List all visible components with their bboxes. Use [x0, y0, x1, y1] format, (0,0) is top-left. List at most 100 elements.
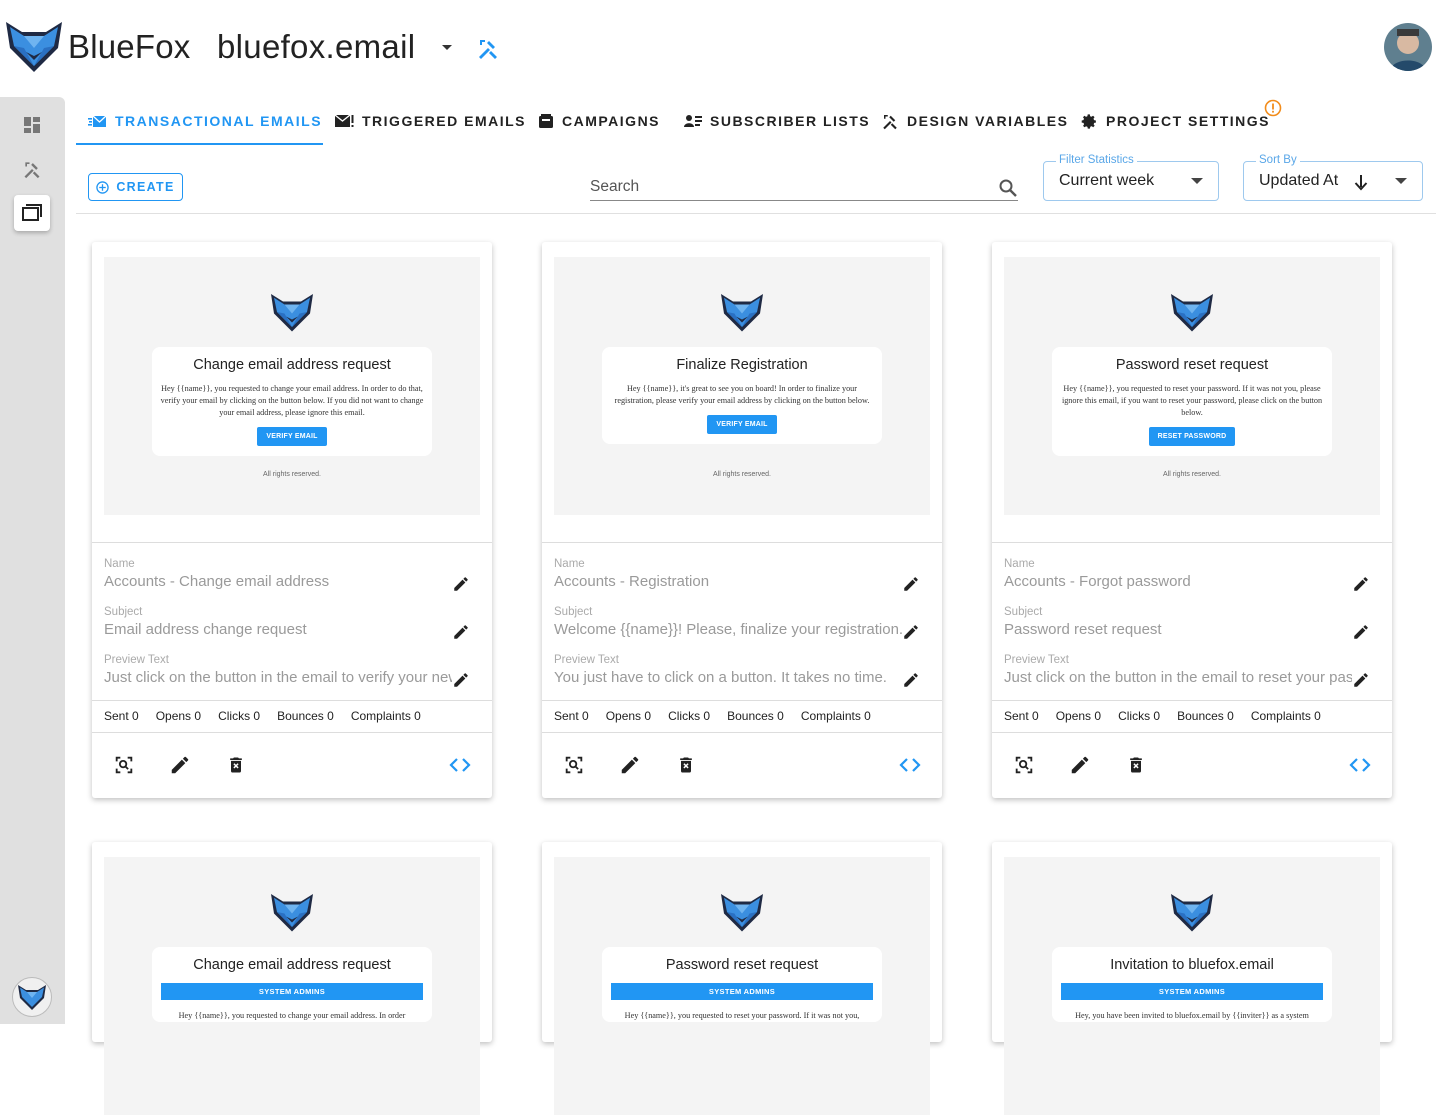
- divider: [542, 700, 942, 701]
- filter-statistics-select[interactable]: Filter Statistics Current week: [1043, 154, 1219, 201]
- toolbar-divider: [76, 213, 1436, 214]
- edit-preview-text-icon[interactable]: [452, 671, 470, 694]
- rail-bluefox-logo[interactable]: [12, 977, 52, 1017]
- dashboard-icon: [24, 117, 40, 133]
- warning-icon: [1264, 99, 1282, 117]
- email-preview[interactable]: Change email address request Hey {{name}}…: [104, 257, 480, 515]
- code-button[interactable]: [1348, 755, 1372, 779]
- project-dropdown-icon[interactable]: [438, 38, 456, 56]
- rail-dashboard[interactable]: [14, 107, 50, 143]
- subject-field: Subject Password reset request: [1004, 606, 1380, 650]
- preview-text-field: Preview Text You just have to click on a …: [554, 654, 930, 698]
- edit-name-icon[interactable]: [452, 575, 470, 598]
- stat-sent: Sent 0: [104, 709, 139, 723]
- tab-label: TRIGGERED EMAILS: [362, 113, 527, 129]
- email-preview[interactable]: Password reset request SYSTEM ADMINS Hey {…: [554, 857, 930, 1115]
- delete-button[interactable]: [674, 755, 698, 779]
- subject-label: Subject: [104, 606, 143, 618]
- edit-name-icon[interactable]: [1352, 575, 1370, 598]
- preview-text-field: Preview Text Just click on the button in …: [104, 654, 480, 698]
- sort-by-select[interactable]: Sort By Updated At: [1243, 154, 1423, 201]
- edit-preview-text-icon[interactable]: [1352, 671, 1370, 694]
- filter-statistics-value: Current week: [1059, 172, 1155, 189]
- edit-subject-icon[interactable]: [902, 623, 920, 646]
- email-preview-button: VERIFY EMAIL: [707, 414, 777, 434]
- stat-opens: Opens 0: [155, 709, 202, 723]
- divider: [542, 542, 942, 543]
- email-preview-body: Hey {{name}}, you requested to change yo…: [178, 1011, 406, 1020]
- tab-label: DESIGN VARIABLES: [907, 113, 1069, 129]
- tab-subscriber-lists[interactable]: SUBSCRIBER LISTS: [684, 98, 870, 144]
- triggered-email-icon: [335, 114, 354, 127]
- delete-button[interactable]: [224, 755, 248, 779]
- edit-button[interactable]: [1068, 755, 1092, 779]
- preview-button[interactable]: [1012, 755, 1036, 779]
- email-preview-title: Invitation to bluefox.email: [1110, 957, 1274, 973]
- email-preview-title: Finalize Registration: [676, 357, 808, 373]
- edit-button[interactable]: [618, 755, 642, 779]
- create-button[interactable]: CREATE: [88, 173, 183, 201]
- name-field: Name Accounts - Change email address: [104, 558, 480, 602]
- delete-icon: [226, 755, 246, 780]
- subject-value: Password reset request: [1004, 621, 1162, 638]
- design-tools-icon[interactable]: [476, 36, 500, 60]
- edit-name-icon[interactable]: [902, 575, 920, 598]
- tab-triggered-emails[interactable]: TRIGGERED EMAILS: [335, 98, 526, 144]
- preview-button[interactable]: [562, 755, 586, 779]
- tab-campaigns[interactable]: CAMPAIGNS: [538, 98, 660, 144]
- name-field: Name Accounts - Registration: [554, 558, 930, 602]
- rail-projects[interactable]: [14, 195, 50, 231]
- edit-preview-text-icon[interactable]: [902, 671, 920, 694]
- code-button[interactable]: [898, 755, 922, 779]
- brand-name: BlueFox: [68, 28, 191, 65]
- divider: [92, 542, 492, 543]
- edit-button[interactable]: [168, 755, 192, 779]
- edit-icon: [619, 754, 641, 781]
- search-input[interactable]: [590, 178, 990, 196]
- bluefox-logo[interactable]: [4, 18, 64, 74]
- preview-text-value: You just have to click on a button. It t…: [554, 669, 887, 686]
- system-admins-badge: SYSTEM ADMINS: [611, 983, 873, 1000]
- edit-subject-icon[interactable]: [452, 623, 470, 646]
- tab-project-settings[interactable]: PROJECT SETTINGS: [1081, 98, 1270, 144]
- email-card: Change email address request SYSTEM ADMIN…: [92, 842, 492, 1115]
- email-preview-button: VERIFY EMAIL: [257, 426, 327, 446]
- preview-icon: [113, 754, 135, 781]
- email-preview-body: Hey {{name}}, you requested to change yo…: [160, 384, 424, 417]
- email-preview[interactable]: Finalize Registration Hey {{name}}, it's …: [554, 257, 930, 515]
- email-preview[interactable]: Invitation to bluefox.email SYSTEM ADMINS…: [1004, 857, 1380, 1115]
- app-header: BlueFox bluefox.email: [0, 0, 1450, 96]
- name-field: Name Accounts - Forgot password: [1004, 558, 1380, 602]
- email-preview-footer: All rights reserved.: [263, 471, 321, 478]
- search-icon[interactable]: [998, 178, 1018, 198]
- email-preview[interactable]: Change email address request SYSTEM ADMIN…: [104, 857, 480, 1115]
- tab-label: PROJECT SETTINGS: [1106, 113, 1271, 129]
- fox-logo-icon: [718, 891, 766, 933]
- transactional-email-icon: [88, 115, 107, 127]
- preview-icon: [1013, 754, 1035, 781]
- edit-subject-icon[interactable]: [1352, 623, 1370, 646]
- stat-sent: Sent 0: [554, 709, 589, 723]
- email-preview[interactable]: Password reset request Hey {{name}}, you …: [1004, 257, 1380, 515]
- preview-button[interactable]: [112, 755, 136, 779]
- code-icon: [448, 753, 472, 782]
- tab-label: CAMPAIGNS: [562, 113, 661, 129]
- rail-design-tools[interactable]: [14, 151, 50, 187]
- email-content-box: Finalize Registration Hey {{name}}, it's …: [602, 347, 882, 444]
- user-avatar[interactable]: [1384, 23, 1432, 71]
- delete-button[interactable]: [1124, 755, 1148, 779]
- email-stats: Sent 0 Opens 0 Clicks 0 Bounces 0 Complaints…: [554, 709, 888, 723]
- subject-value: Email address change request: [104, 621, 307, 638]
- fox-logo-icon: [268, 291, 316, 333]
- preview-text-value: Just click on the button in the email to…: [104, 669, 452, 686]
- arrow-down-icon[interactable]: [1354, 174, 1368, 191]
- name-label: Name: [104, 558, 135, 570]
- preview-text-value: Just click on the button in the email to…: [1004, 669, 1352, 686]
- tab-transactional-emails[interactable]: TRANSACTIONAL EMAILS: [88, 98, 322, 144]
- stat-complaints: Complaints 0: [1250, 709, 1321, 723]
- divider: [992, 700, 1392, 701]
- tab-design-variables[interactable]: DESIGN VARIABLES: [881, 98, 1068, 144]
- code-button[interactable]: [448, 755, 472, 779]
- fox-logo-icon: [718, 291, 766, 333]
- project-name[interactable]: bluefox.email: [217, 28, 415, 66]
